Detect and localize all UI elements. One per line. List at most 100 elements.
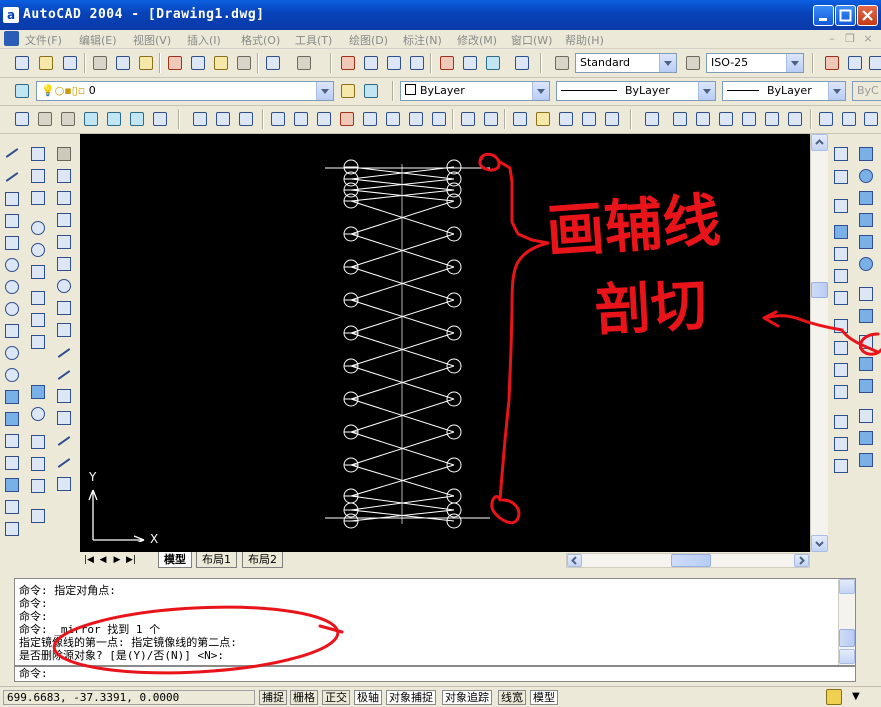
dim-style-icon[interactable] [683,53,703,73]
orbit-free-button[interactable] [236,109,256,129]
dim-text-edit-tool[interactable] [28,476,48,496]
dim-continue-tool[interactable] [28,332,48,352]
layer-combo[interactable]: 💡○▪▯▫ 0 [36,81,334,101]
h-scroll-thumb[interactable] [671,554,711,567]
save-button[interactable] [60,53,80,73]
torus-solid-tool[interactable] [856,254,876,274]
model-toggle[interactable]: 模型 [530,690,558,705]
tab-next-icon[interactable]: ▶ [110,553,124,567]
dim-tool-r2[interactable] [831,167,851,187]
dim-tool-r1[interactable] [831,144,851,164]
dim-linear-tool[interactable] [28,144,48,164]
revolve-tool[interactable] [856,306,876,326]
tolerance-tool[interactable] [28,404,48,424]
dim-update-tool[interactable] [28,506,48,526]
redo-button[interactable] [294,53,314,73]
view-iso-se-button[interactable] [406,109,426,129]
named-views-button[interactable] [642,109,662,129]
right-view-button[interactable] [739,109,759,129]
sw-iso-button[interactable] [816,109,836,129]
bottom-view-button[interactable] [693,109,713,129]
osnap-toggle[interactable]: 对象捕捉 [386,690,436,705]
dim-tool-r13[interactable] [831,434,851,454]
menu-window[interactable]: 窗口(W) [511,32,552,48]
minimize-button[interactable] [813,5,834,26]
zoom-realtime-button[interactable] [361,53,381,73]
chevron-down-icon[interactable] [659,54,676,72]
move-tool[interactable] [54,254,74,274]
make-layer-current-button[interactable] [338,81,358,101]
new-button[interactable] [12,53,32,73]
view-right-button[interactable] [337,109,357,129]
cut-button[interactable] [165,53,185,73]
help-button[interactable] [512,53,532,73]
cmd-scroll-up-button[interactable] [839,579,855,594]
polyline-tool[interactable] [2,189,22,209]
join-tool[interactable] [54,408,74,428]
otrack-toggle[interactable]: 对象追踪 [442,690,492,705]
background-button[interactable] [602,109,622,129]
menu-view[interactable]: 视图(V) [133,32,171,48]
circle-tool[interactable] [2,277,22,297]
center-mark-tool[interactable] [28,432,48,452]
insert-block-tool[interactable] [2,387,22,407]
zoom-window-button[interactable] [384,53,404,73]
extrude-tool[interactable] [856,284,876,304]
dim-tool-r6[interactable] [831,266,851,286]
view-iso-ne-button[interactable] [429,109,449,129]
paste-button[interactable] [211,53,231,73]
ortho-toggle[interactable]: 正交 [322,690,350,705]
mtext-tool[interactable] [2,519,22,539]
menu-edit[interactable]: 编辑(E) [79,32,117,48]
arc-tool[interactable] [2,255,22,275]
grid-toggle[interactable]: 栅格 [290,690,318,705]
scene-button[interactable] [579,109,599,129]
menu-insert[interactable]: 插入(I) [187,32,221,48]
setup-profile-tool[interactable] [856,450,876,470]
scroll-up-button[interactable] [811,134,828,151]
tab-last-icon[interactable]: ▶| [124,553,138,567]
clip-back-button[interactable] [481,109,501,129]
orbit-button[interactable] [190,109,210,129]
leader-tool[interactable] [28,382,48,402]
chevron-down-icon[interactable] [532,82,549,100]
rotate-tool[interactable] [54,276,74,296]
lweight-toggle[interactable]: 线宽 [498,690,526,705]
menu-help[interactable]: 帮助(H) [565,32,604,48]
open-button[interactable] [36,53,56,73]
dim-tool-r14[interactable] [831,456,851,476]
horizontal-scrollbar[interactable] [566,553,810,568]
scroll-down-button[interactable] [811,535,828,552]
ellipse-tool[interactable] [2,343,22,363]
copy-tool[interactable] [54,166,74,186]
stretch-tool[interactable] [54,320,74,340]
chevron-down-icon[interactable] [316,82,333,100]
trim-tool[interactable] [54,342,74,362]
layer-previous-button[interactable] [361,81,381,101]
close-button[interactable] [857,5,878,26]
dim-style-combo[interactable]: ISO-25 [706,53,804,73]
rectangle-tool[interactable] [2,233,22,253]
pan-button[interactable] [338,53,358,73]
array-tool[interactable] [54,232,74,252]
tool-palettes-button[interactable] [483,53,503,73]
dim-diameter-tool[interactable] [28,240,48,260]
tab-layout1[interactable]: 布局1 [196,552,237,568]
cmd-scroll-down-button[interactable] [839,649,855,664]
fillet-tool[interactable] [54,452,74,472]
doc-close-icon[interactable]: × [862,33,874,45]
dim-radius-tool[interactable] [28,218,48,238]
menu-modify[interactable]: 修改(M) [457,32,497,48]
quick-dim-tool[interactable] [28,288,48,308]
chevron-down-icon[interactable] [698,82,715,100]
back-view-button[interactable] [785,109,805,129]
autocad-app-icon[interactable]: a [3,7,19,23]
point-tool[interactable] [2,431,22,451]
offset-tool[interactable] [54,210,74,230]
top-view-button[interactable] [670,109,690,129]
hide-button[interactable] [35,109,55,129]
ellipse-arc-tool[interactable] [2,365,22,385]
dim-ordinate-tool[interactable] [28,188,48,208]
polygon-tool[interactable] [2,211,22,231]
dim-tool-r3[interactable] [831,196,851,216]
